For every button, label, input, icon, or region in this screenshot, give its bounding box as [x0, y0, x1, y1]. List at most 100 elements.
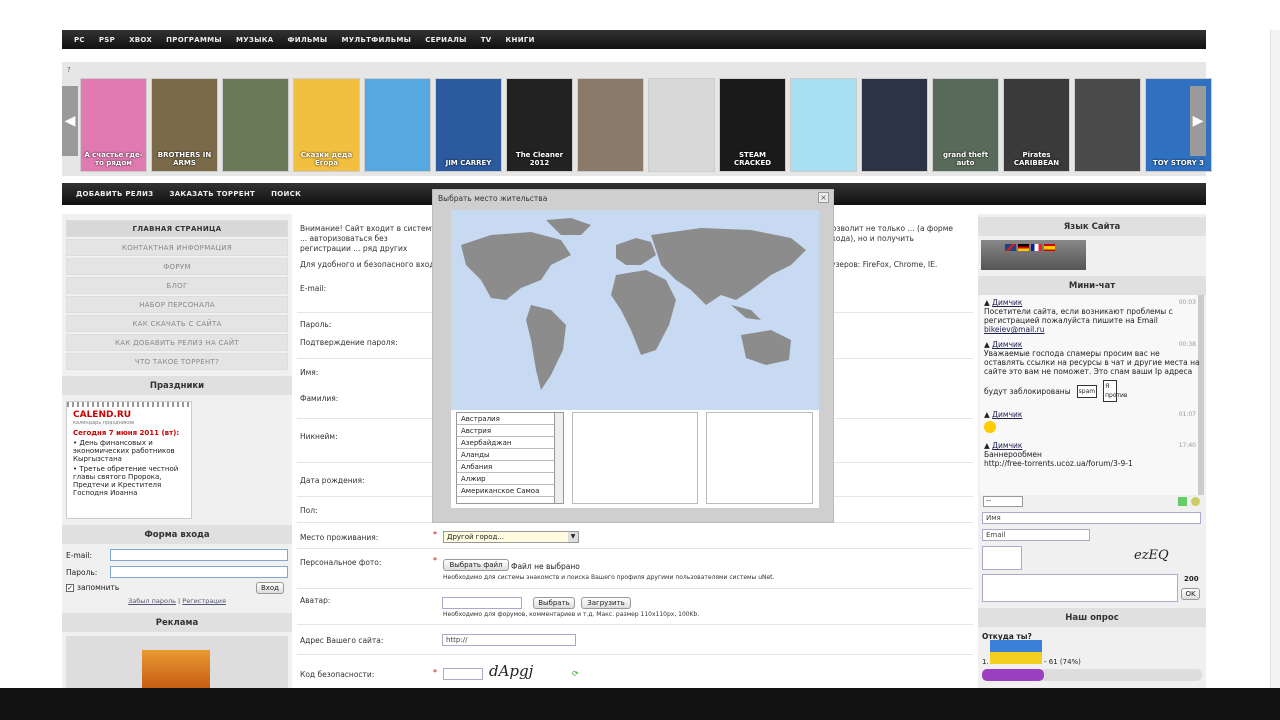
country-option[interactable]: Албания [457, 461, 555, 473]
banner-prev-arrow[interactable]: ◀ [62, 86, 78, 156]
banner-cover[interactable] [648, 78, 715, 172]
choose-file-button[interactable]: Выбрать файл [443, 559, 509, 571]
city-list[interactable] [706, 412, 813, 504]
top-nav-item[interactable]: PSP [99, 36, 115, 44]
top-nav-item[interactable]: XBOX [129, 36, 152, 44]
poll-bar-fill [982, 669, 1044, 681]
chat-author[interactable]: Димчик [992, 410, 1022, 419]
chat-captcha-input[interactable] [982, 546, 1022, 570]
country-list[interactable]: Австралия Австрия Азербайджан Аланды Албания… [456, 412, 564, 504]
banner-cover[interactable]: Сказки деда Егора [293, 78, 360, 172]
banner-cover[interactable]: Pirates CARIBBEAN [1003, 78, 1070, 172]
banner-cover[interactable] [364, 78, 431, 172]
forgot-password-link[interactable]: Забыл пароль [128, 597, 176, 605]
country-list-scrollbar[interactable] [554, 413, 563, 503]
flag-fr-icon[interactable] [1031, 244, 1042, 251]
login-email-input[interactable] [110, 549, 288, 561]
divider [297, 624, 973, 625]
country-option[interactable]: Азербайджан [457, 437, 555, 449]
chat-link[interactable]: http://free-torrents.ucoz.ua/forum/3-9-1 [984, 459, 1200, 468]
chat-author[interactable]: Димчик [992, 298, 1022, 307]
photo-hint: Необходимо для системы знакомств и поиск… [443, 574, 775, 581]
banner-cover[interactable]: The Cleaner 2012 [506, 78, 573, 172]
website-label: Адрес Вашего сайта: [300, 636, 384, 645]
banner-cover[interactable]: STEAM CRACKED [719, 78, 786, 172]
chat-email-input[interactable]: Email [982, 529, 1090, 541]
user-icon: ▲ [984, 340, 990, 349]
smiles-icon[interactable] [1191, 497, 1200, 506]
banner-cover[interactable] [222, 78, 289, 172]
left-menu-item[interactable]: БЛОГ [66, 277, 288, 294]
remember-checkbox[interactable]: ✓ [66, 583, 74, 592]
flag-es-icon[interactable] [1044, 244, 1055, 251]
left-menu-item[interactable]: НАБОР ПЕРСОНАЛА [66, 296, 288, 313]
chat-text: Баннерообмен [984, 450, 1042, 459]
top-nav-item[interactable]: ПРОГРАММЫ [166, 36, 222, 44]
banner-next-arrow[interactable]: ▶ [1190, 86, 1206, 156]
top-nav-item[interactable]: КНИГИ [506, 36, 535, 44]
chat-author[interactable]: Димчик [992, 441, 1022, 450]
chat-ok-button[interactable]: OK [1181, 588, 1200, 600]
calendar-logo: CALEND.RU [73, 410, 132, 420]
captcha-input[interactable] [443, 668, 483, 680]
page-scrollbar[interactable] [1270, 30, 1280, 688]
refresh-icon[interactable] [1178, 497, 1187, 506]
login-button[interactable]: Вход [256, 582, 284, 594]
chat-author[interactable]: Димчик [992, 340, 1022, 349]
top-nav-item[interactable]: TV [481, 36, 492, 44]
country-option[interactable]: Австрия [457, 425, 555, 437]
banner-cover[interactable]: JIM CARREY [435, 78, 502, 172]
top-nav-item[interactable]: ФИЛЬМЫ [287, 36, 327, 44]
banner-cover[interactable] [861, 78, 928, 172]
chat-title: Мини-чат [978, 276, 1206, 295]
banner-cover[interactable]: grand theft auto [932, 78, 999, 172]
holidays-calendar[interactable]: CALEND.RU календарь праздников Сегодня 7… [66, 401, 192, 519]
region-list[interactable] [572, 412, 698, 504]
top-nav-item[interactable]: PC [74, 36, 85, 44]
avatar-choose-button[interactable]: Выбрать [533, 597, 575, 609]
ads-block[interactable] [66, 636, 288, 696]
flag-uk-icon[interactable] [1005, 244, 1016, 251]
second-nav-item[interactable]: ДОБАВИТЬ РЕЛИЗ [76, 190, 153, 198]
banner-cover[interactable]: BROTHERS IN ARMS [151, 78, 218, 172]
world-map[interactable] [451, 210, 819, 410]
flag-de-icon[interactable] [1018, 244, 1029, 251]
left-menu-item[interactable]: ФОРУМ [66, 258, 288, 275]
chat-name-input[interactable]: Имя [982, 512, 1201, 524]
left-menu-item[interactable]: ГЛАВНАЯ СТРАНИЦА [66, 220, 288, 237]
country-option[interactable]: Алжир [457, 473, 555, 485]
banner-cover[interactable] [790, 78, 857, 172]
chat-text: Посетители сайта, если возникают проблем… [984, 307, 1173, 325]
email-label: E-mail: [300, 284, 327, 293]
chat-link[interactable]: bikeiev@mail.ru [984, 325, 1200, 334]
top-nav-item[interactable]: МУЗЫКА [236, 36, 274, 44]
country-option[interactable]: Австралия [457, 413, 555, 425]
register-link[interactable]: Регистрация [182, 597, 226, 605]
second-nav-item[interactable]: ЗАКАЗАТЬ ТОРРЕНТ [169, 190, 255, 198]
chat-select[interactable]: -- [983, 496, 1023, 507]
banner-cover[interactable] [1074, 78, 1141, 172]
divider [297, 588, 973, 589]
avatar-upload-button[interactable]: Загрузить [581, 597, 631, 609]
left-menu-item[interactable]: КАК СКАЧАТЬ С САЙТА [66, 315, 288, 332]
second-nav-item[interactable]: ПОИСК [271, 190, 301, 198]
avatar-input[interactable] [442, 597, 522, 609]
login-password-input[interactable] [110, 566, 288, 578]
required-mark: * [433, 556, 437, 565]
close-icon[interactable]: × [818, 192, 829, 203]
left-menu-item[interactable]: ЧТО ТАКОЕ ТОРРЕНТ? [66, 353, 288, 370]
south-america-shape [526, 305, 566, 390]
notice-text: Внимание! Сайт входит в систему ... авто… [300, 224, 436, 253]
top-nav-item[interactable]: СЕРИАЛЫ [425, 36, 467, 44]
country-option[interactable]: Американское Самоа [457, 485, 555, 497]
banner-cover[interactable] [577, 78, 644, 172]
banner-cover[interactable]: А счастье где-то рядом [80, 78, 147, 172]
left-menu-item[interactable]: КОНТАКТНАЯ ИНФОРМАЦИЯ [66, 239, 288, 256]
chat-message-input[interactable] [982, 574, 1178, 602]
residence-select[interactable]: Другой город... ▼ [443, 531, 579, 543]
left-menu-item[interactable]: КАК ДОБАВИТЬ РЕЛИЗ НА САЙТ [66, 334, 288, 351]
website-input[interactable]: http:// [442, 634, 576, 646]
top-nav-item[interactable]: МУЛЬТФИЛЬМЫ [341, 36, 411, 44]
refresh-captcha-icon[interactable]: ⟳ [572, 669, 579, 678]
country-option[interactable]: Аланды [457, 449, 555, 461]
